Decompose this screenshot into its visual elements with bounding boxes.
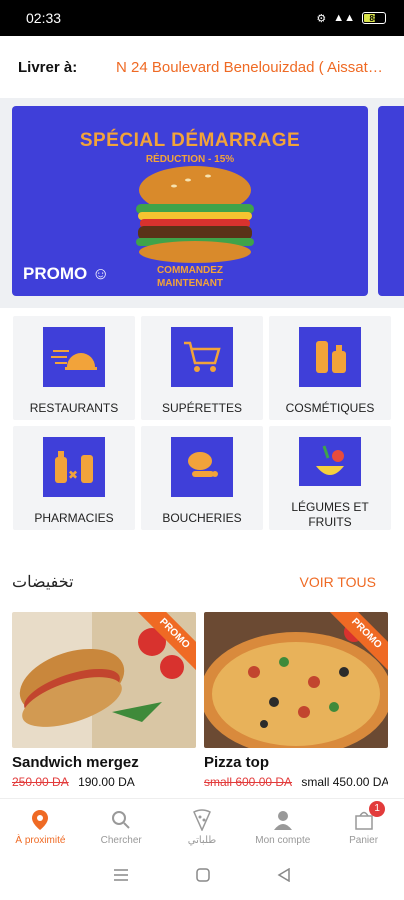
burger-image xyxy=(136,166,254,263)
nav-search[interactable]: Chercher xyxy=(81,799,162,854)
menu-icon[interactable] xyxy=(113,868,129,887)
promo-carousel[interactable]: SPÉCIAL DÉMARRAGE RÉDUCTION - 15% COMMAN… xyxy=(0,98,404,308)
nav-label: Mon compte xyxy=(255,834,311,846)
next-banner[interactable] xyxy=(378,106,404,296)
category-restaurants[interactable]: RESTAURANTS xyxy=(13,316,135,420)
nav-orders[interactable]: طلباتي xyxy=(162,799,243,854)
new-price: 190.00 DA xyxy=(78,775,135,789)
old-price: 250.00 DA xyxy=(12,775,69,789)
svg-text:✖: ✖ xyxy=(68,468,78,482)
price-row: 250.00 DA 190.00 DA xyxy=(12,775,196,789)
product-card[interactable]: PROMO Pizza top small 600.00 DA small 45… xyxy=(204,612,388,789)
home-icon[interactable] xyxy=(196,867,210,887)
product-image: PROMO xyxy=(12,612,196,748)
nav-nearby[interactable]: À proximité xyxy=(0,799,81,854)
user-icon xyxy=(273,808,293,832)
category-superettes[interactable]: SUPÉRETTES xyxy=(141,316,263,420)
price-row: small 600.00 DA small 450.00 DA xyxy=(204,775,388,789)
status-icons: ⚙ ▲▲ 88 xyxy=(316,12,386,25)
pharmacy-icon: ✖ xyxy=(43,437,105,497)
category-cosmetiques[interactable]: COSMÉTIQUES xyxy=(269,316,391,420)
category-legumes-fruits[interactable]: LÉGUMES ET FRUITS xyxy=(269,426,391,530)
product-image: PROMO xyxy=(204,612,388,748)
fruits-icon xyxy=(299,437,361,486)
search-icon xyxy=(111,808,131,832)
cart-badge: 1 xyxy=(369,801,386,817)
category-grid: RESTAURANTS SUPÉRETTES COSMÉTIQUES ✖ PHA… xyxy=(13,316,391,530)
location-pin-icon xyxy=(31,808,49,832)
product-card[interactable]: PROMO Sandwich mergez 250.00 DA 190.00 D… xyxy=(12,612,196,789)
banner-title: SPÉCIAL DÉMARRAGE xyxy=(79,130,301,151)
delivery-address-bar[interactable]: Livrer à: N 24 Boulevard Benelouizdad ( … xyxy=(0,36,404,98)
bottom-nav: À proximité Chercher طلباتي Mon compte P… xyxy=(0,798,404,854)
pizza-icon xyxy=(192,808,212,832)
promo-label: PROMO ☺ xyxy=(23,264,110,283)
category-boucheries[interactable]: BOUCHERIES xyxy=(141,426,263,530)
nav-cart[interactable]: Panier 1 xyxy=(323,799,404,854)
old-price: small 600.00 DA xyxy=(204,775,293,789)
category-label: RESTAURANTS xyxy=(29,401,119,415)
category-label: SUPÉRETTES xyxy=(161,401,242,415)
category-pharmacies[interactable]: ✖ PHARMACIES xyxy=(13,426,135,530)
category-label: COSMÉTIQUES xyxy=(285,401,375,415)
shopping-cart-icon xyxy=(171,327,233,387)
address-label: Livrer à: xyxy=(18,58,78,76)
system-nav xyxy=(0,854,404,900)
category-label: PHARMACIES xyxy=(34,511,114,525)
promo-banner[interactable]: SPÉCIAL DÉMARRAGE RÉDUCTION - 15% COMMAN… xyxy=(12,106,368,296)
nav-label: Panier xyxy=(349,834,379,846)
nav-label: Chercher xyxy=(100,834,142,846)
status-bar: 02:33 ⚙ ▲▲ 88 xyxy=(0,0,404,36)
nav-label: طلباتي xyxy=(187,834,217,846)
address-value[interactable]: N 24 Boulevard Benelouizdad ( Aissat idi… xyxy=(116,59,386,76)
discounts-header: تخفيضات VOIR TOUS xyxy=(12,572,376,592)
back-icon[interactable] xyxy=(277,867,291,887)
section-title: تخفيضات xyxy=(12,574,74,591)
meat-icon xyxy=(171,437,233,497)
signal-icon: ▲▲ xyxy=(333,12,355,24)
category-label: LÉGUMES ET FRUITS xyxy=(291,500,369,529)
vowifi-icon: ⚙ xyxy=(316,12,327,25)
see-all-link[interactable]: VOIR TOUS xyxy=(299,574,376,590)
nav-label: À proximité xyxy=(15,834,66,846)
category-label: BOUCHERIES xyxy=(162,511,242,525)
new-price: small 450.00 DA xyxy=(301,775,388,789)
status-time: 02:33 xyxy=(26,10,62,26)
nav-account[interactable]: Mon compte xyxy=(242,799,323,854)
product-list: PROMO Sandwich mergez 250.00 DA 190.00 D… xyxy=(12,612,404,789)
battery-icon: 88 xyxy=(362,12,386,24)
product-name: Pizza top xyxy=(204,754,270,771)
cosmetics-icon xyxy=(299,327,361,387)
food-delivery-icon xyxy=(43,327,105,387)
product-name: Sandwich mergez xyxy=(12,754,139,771)
